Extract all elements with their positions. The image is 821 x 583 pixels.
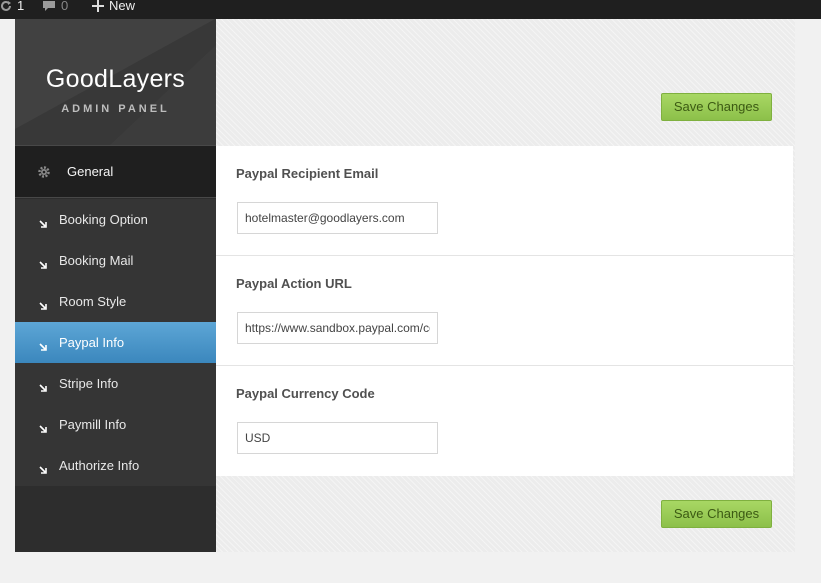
- arrow-down-right-icon: [39, 421, 47, 433]
- arrow-down-right-icon: [39, 462, 47, 474]
- sidebar-item-paymill-info[interactable]: Paymill Info: [15, 404, 216, 445]
- plus-icon: [92, 0, 104, 12]
- submenu: Booking Option Booking Mail Room Style P…: [15, 199, 216, 486]
- nav-section-general[interactable]: General: [15, 145, 216, 198]
- arrow-down-right-icon: [39, 380, 47, 392]
- sidebar-item-label: Booking Mail: [59, 253, 134, 268]
- sidebar-item-label: Room Style: [59, 294, 127, 309]
- sidebar-item-booking-mail[interactable]: Booking Mail: [15, 240, 216, 281]
- arrow-down-right-icon: [39, 339, 47, 351]
- save-changes-button-top[interactable]: Save Changes: [661, 93, 772, 121]
- main-content: Save Changes Paypal Recipient Email Payp…: [216, 19, 795, 552]
- sidebar-item-room-style[interactable]: Room Style: [15, 281, 216, 322]
- field-label: Paypal Recipient Email: [236, 166, 379, 181]
- paypal-recipient-email-input[interactable]: [237, 202, 438, 234]
- updates-count: 1: [17, 0, 25, 13]
- field-label: Paypal Currency Code: [236, 386, 375, 401]
- field-paypal-action-url: Paypal Action URL: [216, 256, 793, 366]
- comments-link[interactable]: 0: [42, 0, 68, 15]
- sidebar-item-label: Stripe Info: [59, 376, 119, 391]
- sidebar-item-label: Authorize Info: [59, 458, 140, 473]
- brand-title: GoodLayers: [45, 65, 186, 93]
- sidebar-item-paypal-info[interactable]: Paypal Info: [15, 322, 216, 363]
- gear-icon: [37, 165, 51, 179]
- sidebar-item-authorize-info[interactable]: Authorize Info: [15, 445, 216, 486]
- field-paypal-recipient-email: Paypal Recipient Email: [216, 146, 793, 256]
- paypal-currency-code-input[interactable]: [237, 422, 438, 454]
- admin-sidebar: GoodLayers ADMIN PANEL General Booking O…: [15, 19, 216, 552]
- arrow-down-right-icon: [39, 257, 47, 269]
- settings-panel: Paypal Recipient Email Paypal Action URL…: [216, 146, 793, 476]
- comment-icon: [42, 0, 56, 12]
- sidebar-item-label: Paypal Info: [59, 335, 125, 350]
- admin-bar: 1 0 New: [0, 0, 821, 19]
- nav-section-label: General: [67, 164, 114, 179]
- sidebar-item-label: Booking Option: [59, 212, 148, 227]
- arrow-down-right-icon: [39, 216, 47, 228]
- new-content-link[interactable]: New: [92, 0, 135, 15]
- paypal-action-url-input[interactable]: [237, 312, 438, 344]
- arrow-down-right-icon: [39, 298, 47, 310]
- sidebar-item-label: Paymill Info: [59, 417, 127, 432]
- save-changes-button-bottom[interactable]: Save Changes: [661, 500, 772, 528]
- brand-subtitle: ADMIN PANEL: [61, 103, 170, 115]
- sidebar-item-booking-option[interactable]: Booking Option: [15, 199, 216, 240]
- brand-decoration: [110, 45, 216, 145]
- updates-icon: [0, 0, 12, 12]
- brand-header: GoodLayers ADMIN PANEL: [15, 19, 216, 145]
- updates-link[interactable]: 1: [0, 0, 24, 15]
- comments-count: 0: [61, 0, 69, 13]
- sidebar-item-stripe-info[interactable]: Stripe Info: [15, 363, 216, 404]
- field-label: Paypal Action URL: [236, 276, 352, 291]
- field-paypal-currency-code: Paypal Currency Code: [216, 366, 793, 476]
- new-label: New: [109, 0, 136, 13]
